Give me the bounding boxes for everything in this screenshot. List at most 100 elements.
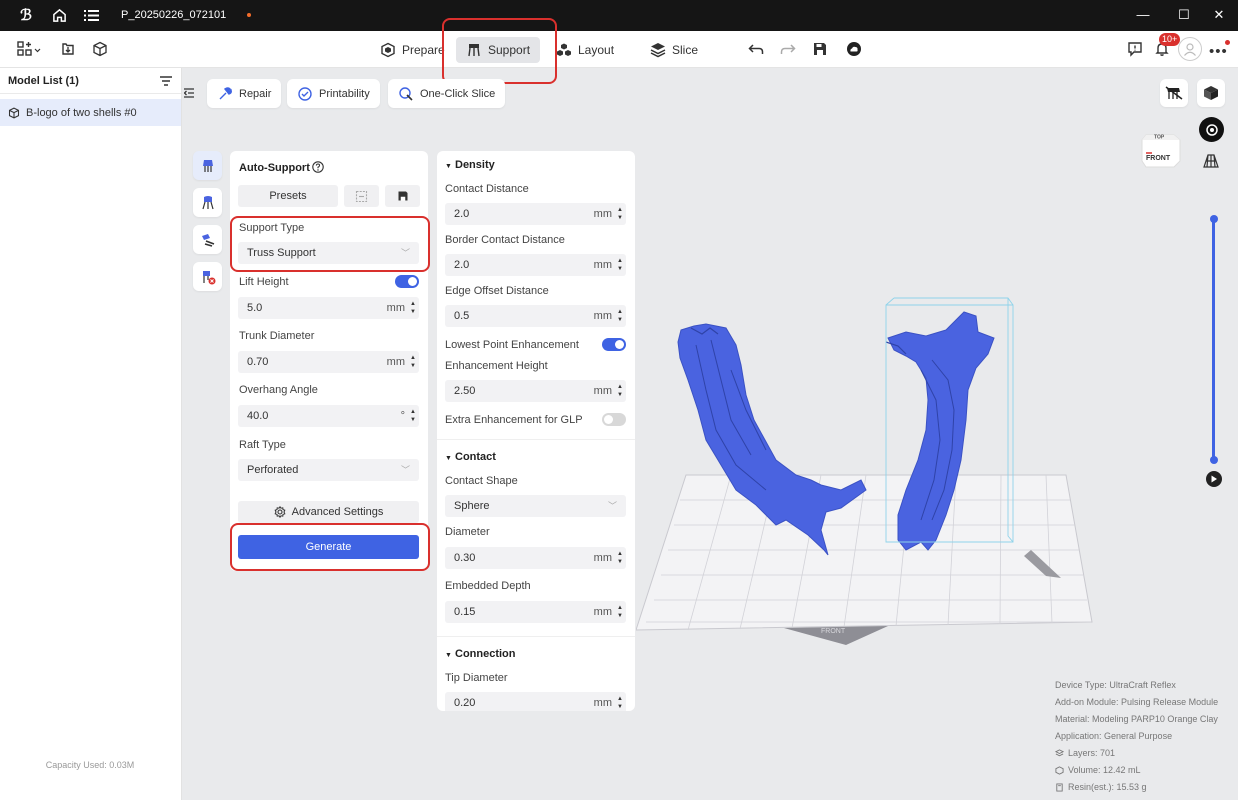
raft-tool[interactable]	[193, 225, 222, 254]
stepper-icon[interactable]: ▲ ▼	[617, 206, 623, 222]
menu-icon[interactable]	[83, 7, 99, 23]
import-icon[interactable]	[59, 40, 77, 58]
unit-label: mm	[593, 697, 612, 709]
cube-icon[interactable]	[91, 40, 109, 58]
project-title: P_20250226_072101	[121, 9, 227, 21]
contact-shape-select[interactable]: Sphere ﹀	[445, 495, 626, 517]
layer-slider-track[interactable]	[1212, 219, 1215, 462]
stepper-icon[interactable]: ▲ ▼	[617, 604, 623, 620]
support-type-value: Truss Support	[247, 247, 316, 259]
stepper-icon[interactable]: ▲ ▼	[410, 300, 416, 316]
manual-support-tool[interactable]	[193, 188, 222, 217]
model-list-item[interactable]: B-logo of two shells #0	[0, 99, 181, 126]
cloud-icon[interactable]	[845, 40, 863, 58]
perspective-icon[interactable]	[1203, 153, 1219, 172]
load-preset-button[interactable]	[344, 185, 379, 207]
delete-support-tool[interactable]	[193, 262, 222, 291]
prepare-icon	[381, 42, 395, 58]
overhang-angle-value: 40.0	[247, 410, 269, 422]
cube-view-icon	[1204, 86, 1218, 100]
border-contact-label: Border Contact Distance	[445, 234, 565, 246]
presets-button[interactable]: Presets	[238, 185, 338, 207]
view-cube-toggle[interactable]	[1197, 79, 1225, 107]
home-icon[interactable]	[51, 7, 67, 23]
embedded-depth-input[interactable]: 0.15 mm ▲ ▼	[445, 601, 626, 623]
tip-diameter-input[interactable]: 0.20 mm ▲ ▼	[445, 692, 626, 711]
stepper-icon[interactable]: ▲ ▼	[617, 695, 623, 711]
device-type: Device Type: UltraCraft Reflex	[1055, 680, 1176, 690]
filter-icon[interactable]	[159, 75, 173, 87]
repair-button[interactable]: Repair	[207, 79, 282, 108]
diameter-input[interactable]: 0.30 mm ▲ ▼	[445, 547, 626, 569]
volume-icon	[1055, 766, 1064, 775]
connection-section-title[interactable]: ▼ Connection	[445, 648, 516, 660]
contact-distance-input[interactable]: 2.0 mm ▲ ▼	[445, 203, 626, 225]
raft-type-select[interactable]: Perforated ﹀	[238, 459, 419, 481]
build-plate-viewport[interactable]: FRONT	[636, 250, 1106, 670]
unit-label: °	[400, 410, 405, 422]
locate-button[interactable]	[1199, 117, 1224, 142]
stepper-icon[interactable]: ▲ ▼	[617, 383, 623, 399]
contact-distance-value: 2.0	[454, 208, 470, 220]
tab-layout[interactable]: Layout	[556, 37, 614, 63]
volume-value: Volume: 12.42 mL	[1068, 765, 1141, 775]
stepper-icon[interactable]: ▲ ▼	[410, 408, 416, 424]
density-section-title[interactable]: ▼ Density	[445, 159, 495, 171]
model-name: B-logo of two shells #0	[26, 106, 137, 119]
tab-support[interactable]: Support	[456, 37, 541, 63]
unit-label: mm	[593, 259, 612, 271]
save-icon[interactable]	[811, 40, 829, 58]
overhang-angle-input[interactable]: 40.0 ° ▲ ▼	[238, 405, 419, 427]
target-icon	[1205, 123, 1218, 136]
enhancement-height-input[interactable]: 2.50 mm ▲ ▼	[445, 380, 626, 402]
model-icon	[8, 107, 20, 118]
collapse-panel-icon[interactable]	[183, 88, 194, 101]
tab-prepare[interactable]: Prepare	[380, 37, 445, 63]
orientation-cube[interactable]: TOP FRONT	[1140, 127, 1182, 169]
play-layers-button[interactable]	[1206, 471, 1222, 487]
slice-icon	[650, 43, 666, 58]
stepper-icon[interactable]: ▲ ▼	[617, 550, 623, 566]
user-icon	[1184, 43, 1196, 56]
auto-support-tool[interactable]	[193, 151, 222, 180]
border-contact-input[interactable]: 2.0 mm ▲ ▼	[445, 254, 626, 276]
advanced-settings-button[interactable]: Advanced Settings	[238, 501, 419, 523]
edge-offset-label: Edge Offset Distance	[445, 285, 549, 297]
stepper-icon[interactable]: ▲ ▼	[410, 354, 416, 370]
minimize-button[interactable]: —	[1134, 6, 1152, 24]
hide-support-button[interactable]	[1160, 79, 1188, 107]
more-icon[interactable]: •••	[1209, 43, 1228, 60]
layer-slider-bottom-handle[interactable]	[1210, 456, 1218, 464]
maximize-button[interactable]: ☐	[1175, 6, 1193, 24]
save-preset-icon	[398, 191, 407, 201]
extra-glp-toggle[interactable]	[602, 413, 626, 426]
diameter-value: 0.30	[454, 552, 476, 564]
close-button[interactable]: ✕	[1210, 6, 1228, 24]
stepper-icon[interactable]: ▲ ▼	[617, 257, 623, 273]
support-type-select[interactable]: Truss Support ﹀	[238, 242, 419, 264]
generate-button[interactable]: Generate	[238, 535, 419, 559]
redo-icon[interactable]	[779, 40, 797, 58]
overhang-angle-label: Overhang Angle	[239, 384, 318, 396]
lift-height-value: 5.0	[247, 302, 263, 314]
model-list-title: Model List (1)	[8, 74, 79, 87]
edge-offset-input[interactable]: 0.5 mm ▲ ▼	[445, 305, 626, 327]
one-click-slice-button[interactable]: One-Click Slice	[388, 79, 506, 108]
feedback-icon[interactable]	[1126, 40, 1144, 58]
contact-title: Contact	[455, 451, 496, 463]
contact-section-title[interactable]: ▼ Contact	[445, 451, 496, 463]
lift-height-toggle[interactable]	[395, 275, 419, 288]
lift-height-input[interactable]: 5.0 mm ▲ ▼	[238, 297, 419, 319]
trunk-diameter-input[interactable]: 0.70 mm ▲ ▼	[238, 351, 419, 373]
tab-slice[interactable]: Slice	[650, 37, 698, 63]
printability-button[interactable]: Printability	[287, 79, 380, 108]
stepper-icon[interactable]: ▲ ▼	[617, 308, 623, 324]
layer-slider-handle[interactable]	[1210, 215, 1218, 223]
add-model-icon[interactable]	[16, 40, 42, 58]
undo-icon[interactable]	[747, 40, 765, 58]
lowest-point-toggle[interactable]	[602, 338, 626, 351]
save-preset-button[interactable]	[385, 185, 420, 207]
manual-support-icon	[201, 195, 214, 209]
avatar[interactable]	[1178, 37, 1202, 61]
help-icon[interactable]	[312, 161, 324, 173]
